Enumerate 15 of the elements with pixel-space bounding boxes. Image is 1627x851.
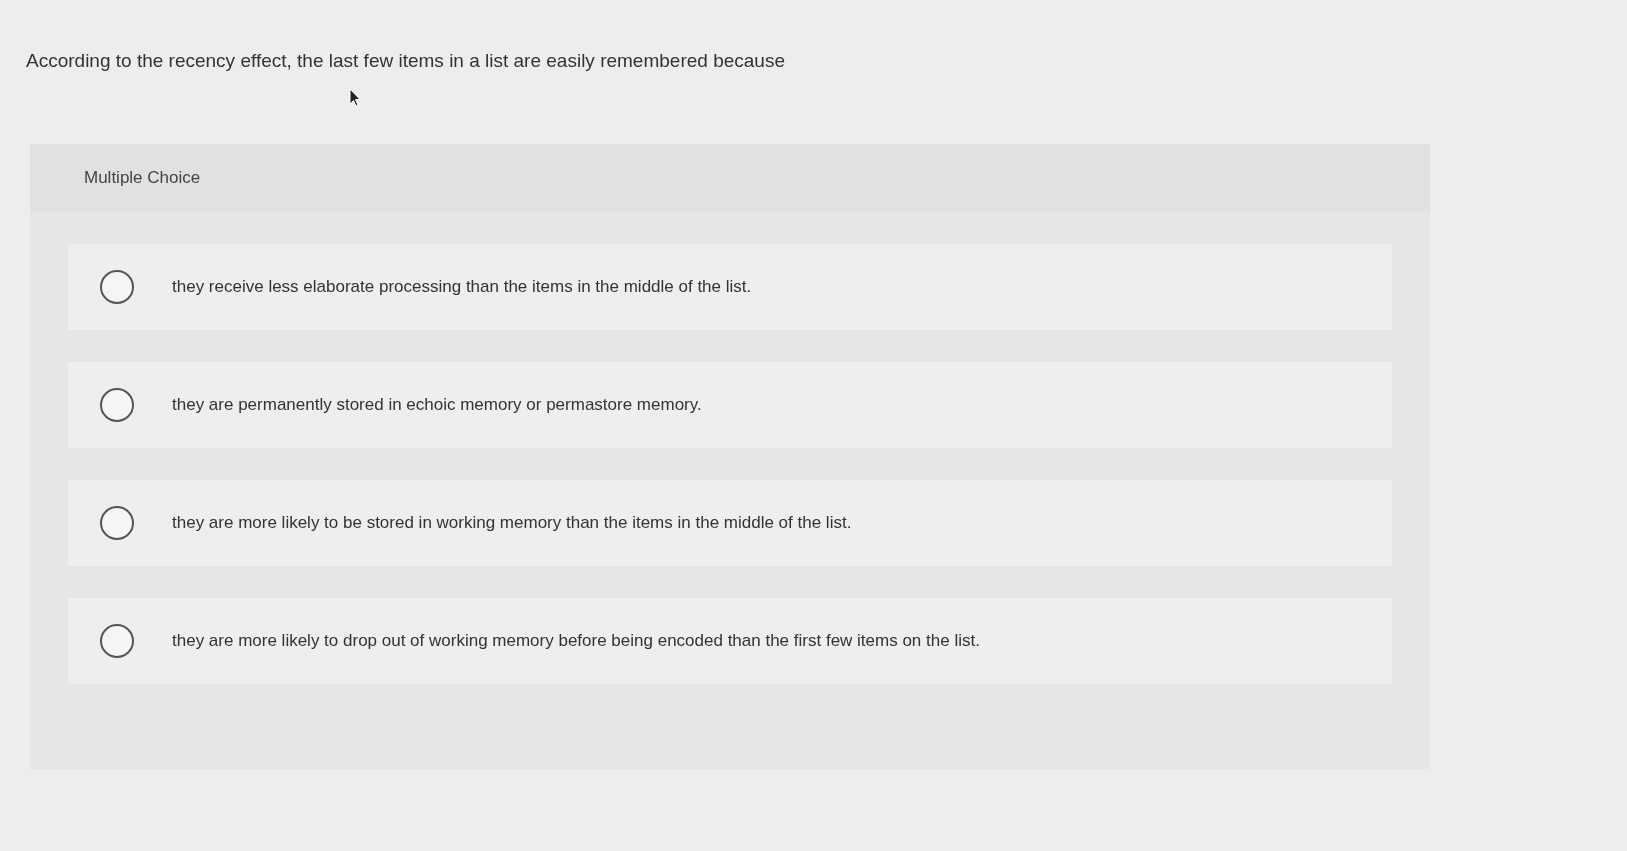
question-type-label: Multiple Choice — [84, 168, 201, 188]
radio-button[interactable] — [100, 624, 134, 658]
option-label: they receive less elaborate processing than the items in the middle of the list. — [172, 277, 752, 297]
option-label: they are more likely to drop out of working memory before being encoded than the first few items on the list. — [172, 631, 980, 651]
answer-option[interactable]: they are more likely to drop out of working memory before being encoded than the first few items on the list. — [68, 598, 1392, 684]
radio-button[interactable] — [100, 270, 134, 304]
answer-option[interactable]: they receive less elaborate processing than the items in the middle of the list. — [68, 244, 1392, 330]
answer-option[interactable]: they are permanently stored in echoic memory or permastore memory. — [68, 362, 1392, 448]
question-text: According to the recency effect, the last few items in a list are easily remembered because — [26, 50, 786, 72]
radio-button[interactable] — [100, 506, 134, 540]
answer-option[interactable]: they are more likely to be stored in working memory than the items in the middle of the list. — [68, 480, 1392, 566]
option-label: they are more likely to be stored in working memory than the items in the middle of the list. — [172, 513, 852, 533]
radio-button[interactable] — [100, 388, 134, 422]
option-label: they are permanently stored in echoic memory or permastore memory. — [172, 395, 702, 415]
mouse-pointer-icon — [349, 88, 361, 108]
